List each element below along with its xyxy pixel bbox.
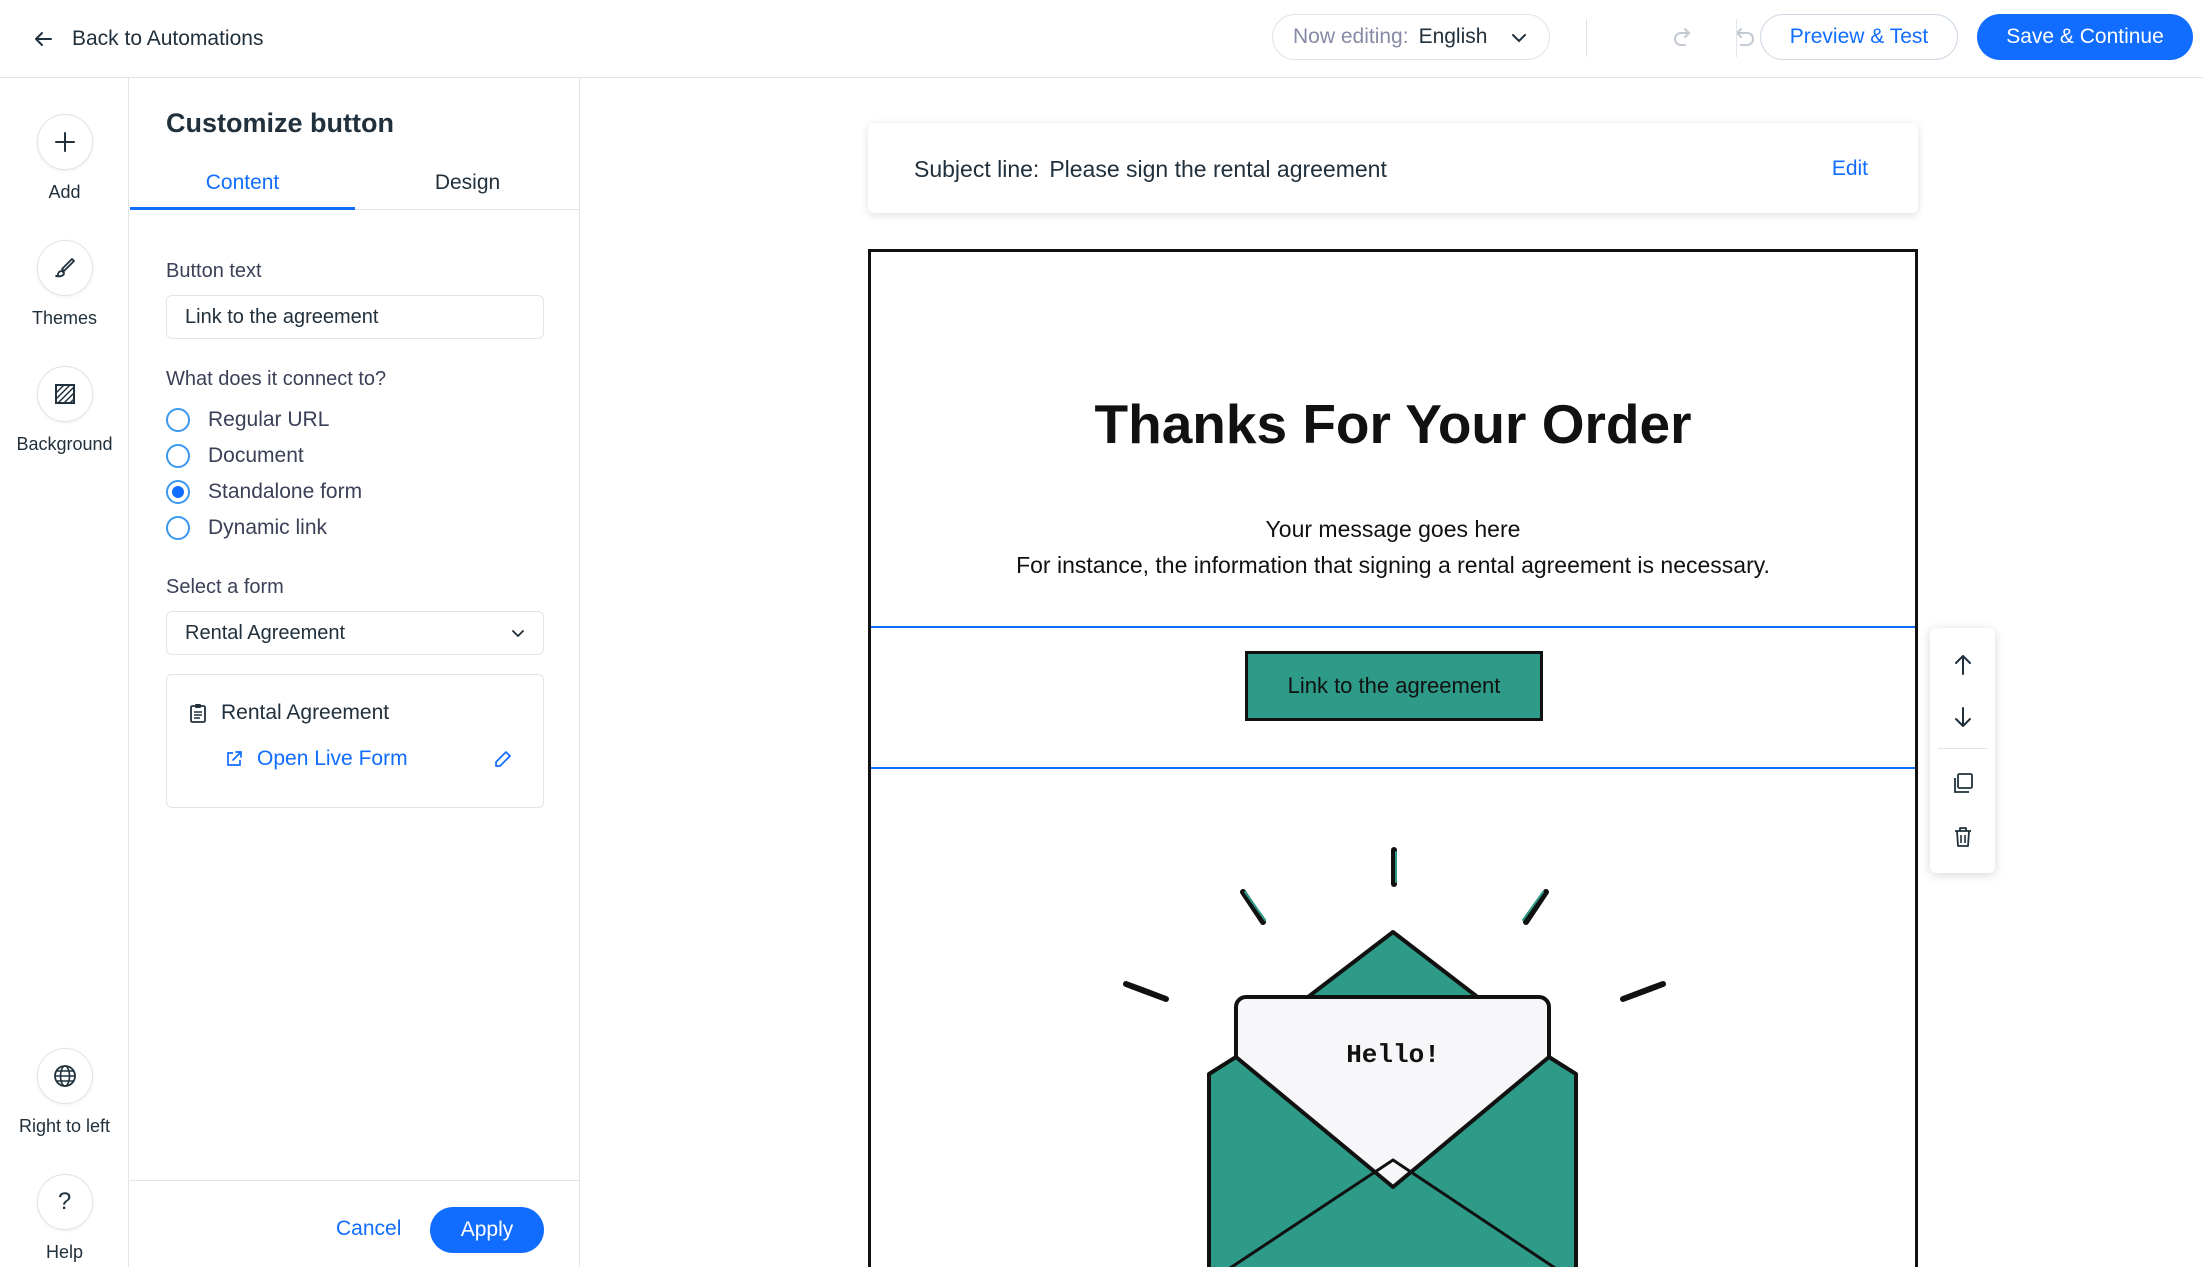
- trash-icon[interactable]: [1950, 824, 1976, 850]
- background-pattern-icon: [54, 384, 75, 404]
- email-body: Thanks For Your Order Your message goes …: [868, 249, 1918, 1267]
- email-cta-button[interactable]: Link to the agreement: [1245, 651, 1543, 721]
- subject-value: Please sign the rental agreement: [1049, 156, 1387, 182]
- radio-dynamic-link[interactable]: Dynamic link: [166, 514, 327, 542]
- brush-icon: [54, 258, 75, 278]
- divider: [1586, 19, 1587, 57]
- rtl-button[interactable]: [36, 1048, 93, 1104]
- toolbar-divider: [1938, 748, 1987, 749]
- connect-label: What does it connect to?: [166, 368, 387, 390]
- arrow-left-icon: [35, 32, 52, 46]
- plus-icon: [54, 132, 75, 152]
- subject-line: Subject line: Please sign the rental agr…: [914, 156, 1387, 183]
- language-value: English: [1418, 25, 1488, 48]
- tab-content[interactable]: Content: [130, 170, 355, 210]
- now-editing-label: Now editing:: [1293, 25, 1409, 48]
- email-message-line-1[interactable]: Your message goes here: [871, 516, 1915, 543]
- undo-button-icon[interactable]: [1671, 24, 1697, 50]
- duplicate-icon[interactable]: [1950, 770, 1976, 796]
- language-selector[interactable]: Now editing: English: [1272, 14, 1550, 60]
- question-mark-icon: ?: [57, 1188, 72, 1215]
- back-label: Back to Automations: [72, 27, 264, 50]
- envelope-illustration: Hello!: [1123, 847, 1666, 1267]
- help-label: Help: [45, 1242, 84, 1262]
- rail-right-to-left[interactable]: Right to left: [0, 1048, 129, 1137]
- open-live-form-label: Open Live Form: [257, 747, 408, 770]
- add-label: Add: [48, 182, 81, 202]
- help-button[interactable]: ?: [36, 1174, 93, 1230]
- chevron-down-icon: [512, 630, 524, 638]
- rail-add[interactable]: Add: [0, 114, 129, 203]
- subject-edit-link[interactable]: Edit: [1832, 157, 1868, 181]
- themes-label: Themes: [31, 308, 98, 328]
- email-title[interactable]: Thanks For Your Order: [871, 392, 1915, 456]
- pencil-icon[interactable]: [493, 749, 513, 769]
- cancel-button[interactable]: Cancel: [336, 1217, 401, 1241]
- globe-icon: [53, 1065, 76, 1087]
- form-card: Rental Agreement Open Live Form: [166, 674, 544, 808]
- undo-icon[interactable]: [1731, 24, 1757, 50]
- tab-design[interactable]: Design: [355, 170, 580, 210]
- form-card-title: Rental Agreement: [221, 701, 390, 724]
- radio-label: Standalone form: [208, 480, 363, 503]
- subject-line-bar: Subject line: Please sign the rental agr…: [868, 123, 1918, 213]
- button-text-input[interactable]: Link to the agreement: [166, 295, 544, 339]
- radio-label: Document: [208, 444, 304, 467]
- divider: [1736, 19, 1737, 57]
- selected-button-block[interactable]: Link to the agreement: [871, 626, 1915, 769]
- background-button[interactable]: [36, 366, 93, 422]
- save-continue-button[interactable]: Save & Continue: [1977, 14, 2193, 60]
- radio-regular-url[interactable]: Regular URL: [166, 406, 329, 434]
- preview-test-button[interactable]: Preview & Test: [1760, 14, 1958, 60]
- panel-footer: Cancel Apply: [130, 1180, 580, 1267]
- rail-themes[interactable]: Themes: [0, 240, 129, 329]
- apply-button[interactable]: Apply: [430, 1207, 544, 1253]
- rail-help[interactable]: ? Help: [0, 1174, 129, 1263]
- form-dropdown[interactable]: Rental Agreement: [166, 611, 544, 655]
- top-bar: Back to Automations Now editing: English…: [0, 0, 2203, 78]
- radio-label: Dynamic link: [208, 516, 328, 539]
- radio-button[interactable]: [166, 408, 190, 432]
- form-dropdown-value: Rental Agreement: [185, 621, 346, 644]
- button-text-label: Button text: [166, 260, 262, 282]
- arrow-up-icon[interactable]: [1950, 652, 1976, 678]
- subject-prefix: Subject line:: [914, 156, 1040, 182]
- back-to-automations-link[interactable]: Back to Automations: [32, 22, 263, 56]
- rail-background[interactable]: Background: [0, 366, 129, 455]
- themes-button[interactable]: [36, 240, 93, 296]
- external-link-icon: [227, 751, 242, 766]
- chevron-down-icon: [1512, 34, 1526, 43]
- panel-title: Customize button: [166, 108, 394, 138]
- form-card-header: Rental Agreement: [189, 701, 389, 725]
- clipboard-icon: [190, 704, 206, 723]
- radio-document[interactable]: Document: [166, 442, 304, 470]
- open-live-form-link[interactable]: Open Live Form: [225, 747, 408, 771]
- select-form-label: Select a form: [166, 576, 284, 598]
- customize-button-panel: Customize button Content Design Button t…: [130, 78, 580, 1267]
- left-rail: Add Themes Background Right to left ? He…: [0, 78, 129, 1267]
- letter-text: Hello!: [1346, 1040, 1440, 1070]
- radio-label: Regular URL: [208, 408, 330, 431]
- add-button[interactable]: [36, 114, 93, 170]
- email-message-line-2[interactable]: For instance, the information that signi…: [871, 552, 1915, 579]
- panel-tabs: Content Design: [130, 170, 580, 210]
- rtl-label: Right to left: [18, 1116, 111, 1136]
- radio-button[interactable]: [166, 516, 190, 540]
- radio-standalone-form[interactable]: Standalone form: [166, 478, 362, 506]
- email-canvas: Subject line: Please sign the rental agr…: [581, 78, 2203, 1267]
- background-label: Background: [16, 434, 113, 454]
- radio-button-checked[interactable]: [166, 480, 190, 504]
- radio-button[interactable]: [166, 444, 190, 468]
- block-actions-toolbar: [1930, 628, 1995, 873]
- arrow-down-icon[interactable]: [1950, 704, 1976, 730]
